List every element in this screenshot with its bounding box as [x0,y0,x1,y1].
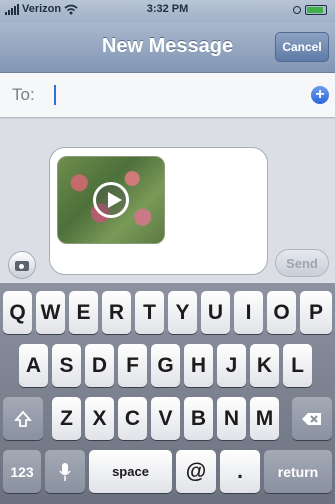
to-label: To: [12,85,35,104]
key-i[interactable]: I [234,291,263,334]
key-r[interactable]: R [102,291,131,334]
key-o[interactable]: O [267,291,296,334]
key-m[interactable]: M [250,397,279,440]
key-w[interactable]: W [36,291,65,334]
key-f[interactable]: F [118,344,147,387]
camera-icon[interactable] [8,251,36,279]
key-t[interactable]: T [135,291,164,334]
compose-area: Send [0,118,335,282]
key-b[interactable]: B [184,397,213,440]
key-h[interactable]: H [184,344,213,387]
key-u[interactable]: U [201,291,230,334]
space-key[interactable]: space [89,450,172,493]
video-thumbnail[interactable] [57,156,165,244]
text-cursor [54,85,56,105]
key-q[interactable]: Q [3,291,32,334]
status-time: 3:32 PM [146,3,189,15]
keyboard: Q W E R T Y U I O P A S D F G H J K L Z … [0,283,335,504]
navigation-bar: New Message Cancel [0,22,335,73]
key-p[interactable]: P [300,291,332,334]
dictation-key[interactable] [45,450,85,493]
battery-group [293,5,327,15]
key-v[interactable]: V [151,397,180,440]
return-key[interactable]: return [264,450,332,493]
key-n[interactable]: N [217,397,246,440]
key-g[interactable]: G [151,344,180,387]
key-z[interactable]: Z [52,397,81,440]
lock-icon [293,6,301,14]
shift-icon [14,410,32,427]
battery-icon [305,5,327,15]
at-key[interactable]: @ [176,450,216,493]
shift-key[interactable] [3,397,43,440]
play-icon[interactable] [93,182,129,218]
key-k[interactable]: K [250,344,279,387]
numbers-key[interactable]: 123 [3,450,41,493]
key-e[interactable]: E [69,291,98,334]
key-j[interactable]: J [217,344,246,387]
backspace-key[interactable] [292,397,332,440]
status-bar: Verizon 3:32 PM [0,0,335,22]
cancel-button[interactable]: Cancel [275,32,329,62]
key-l[interactable]: L [283,344,312,387]
dot-key[interactable]: . [220,450,260,493]
key-d[interactable]: D [85,344,114,387]
key-s[interactable]: S [52,344,81,387]
key-x[interactable]: X [85,397,114,440]
add-contact-icon[interactable]: + [311,86,329,104]
send-button[interactable]: Send [275,249,329,277]
key-c[interactable]: C [118,397,147,440]
message-input[interactable] [49,147,268,275]
key-a[interactable]: A [19,344,48,387]
backspace-icon [302,412,321,425]
recipient-row[interactable]: To: + [0,73,335,118]
microphone-icon [59,462,71,481]
key-y[interactable]: Y [168,291,197,334]
